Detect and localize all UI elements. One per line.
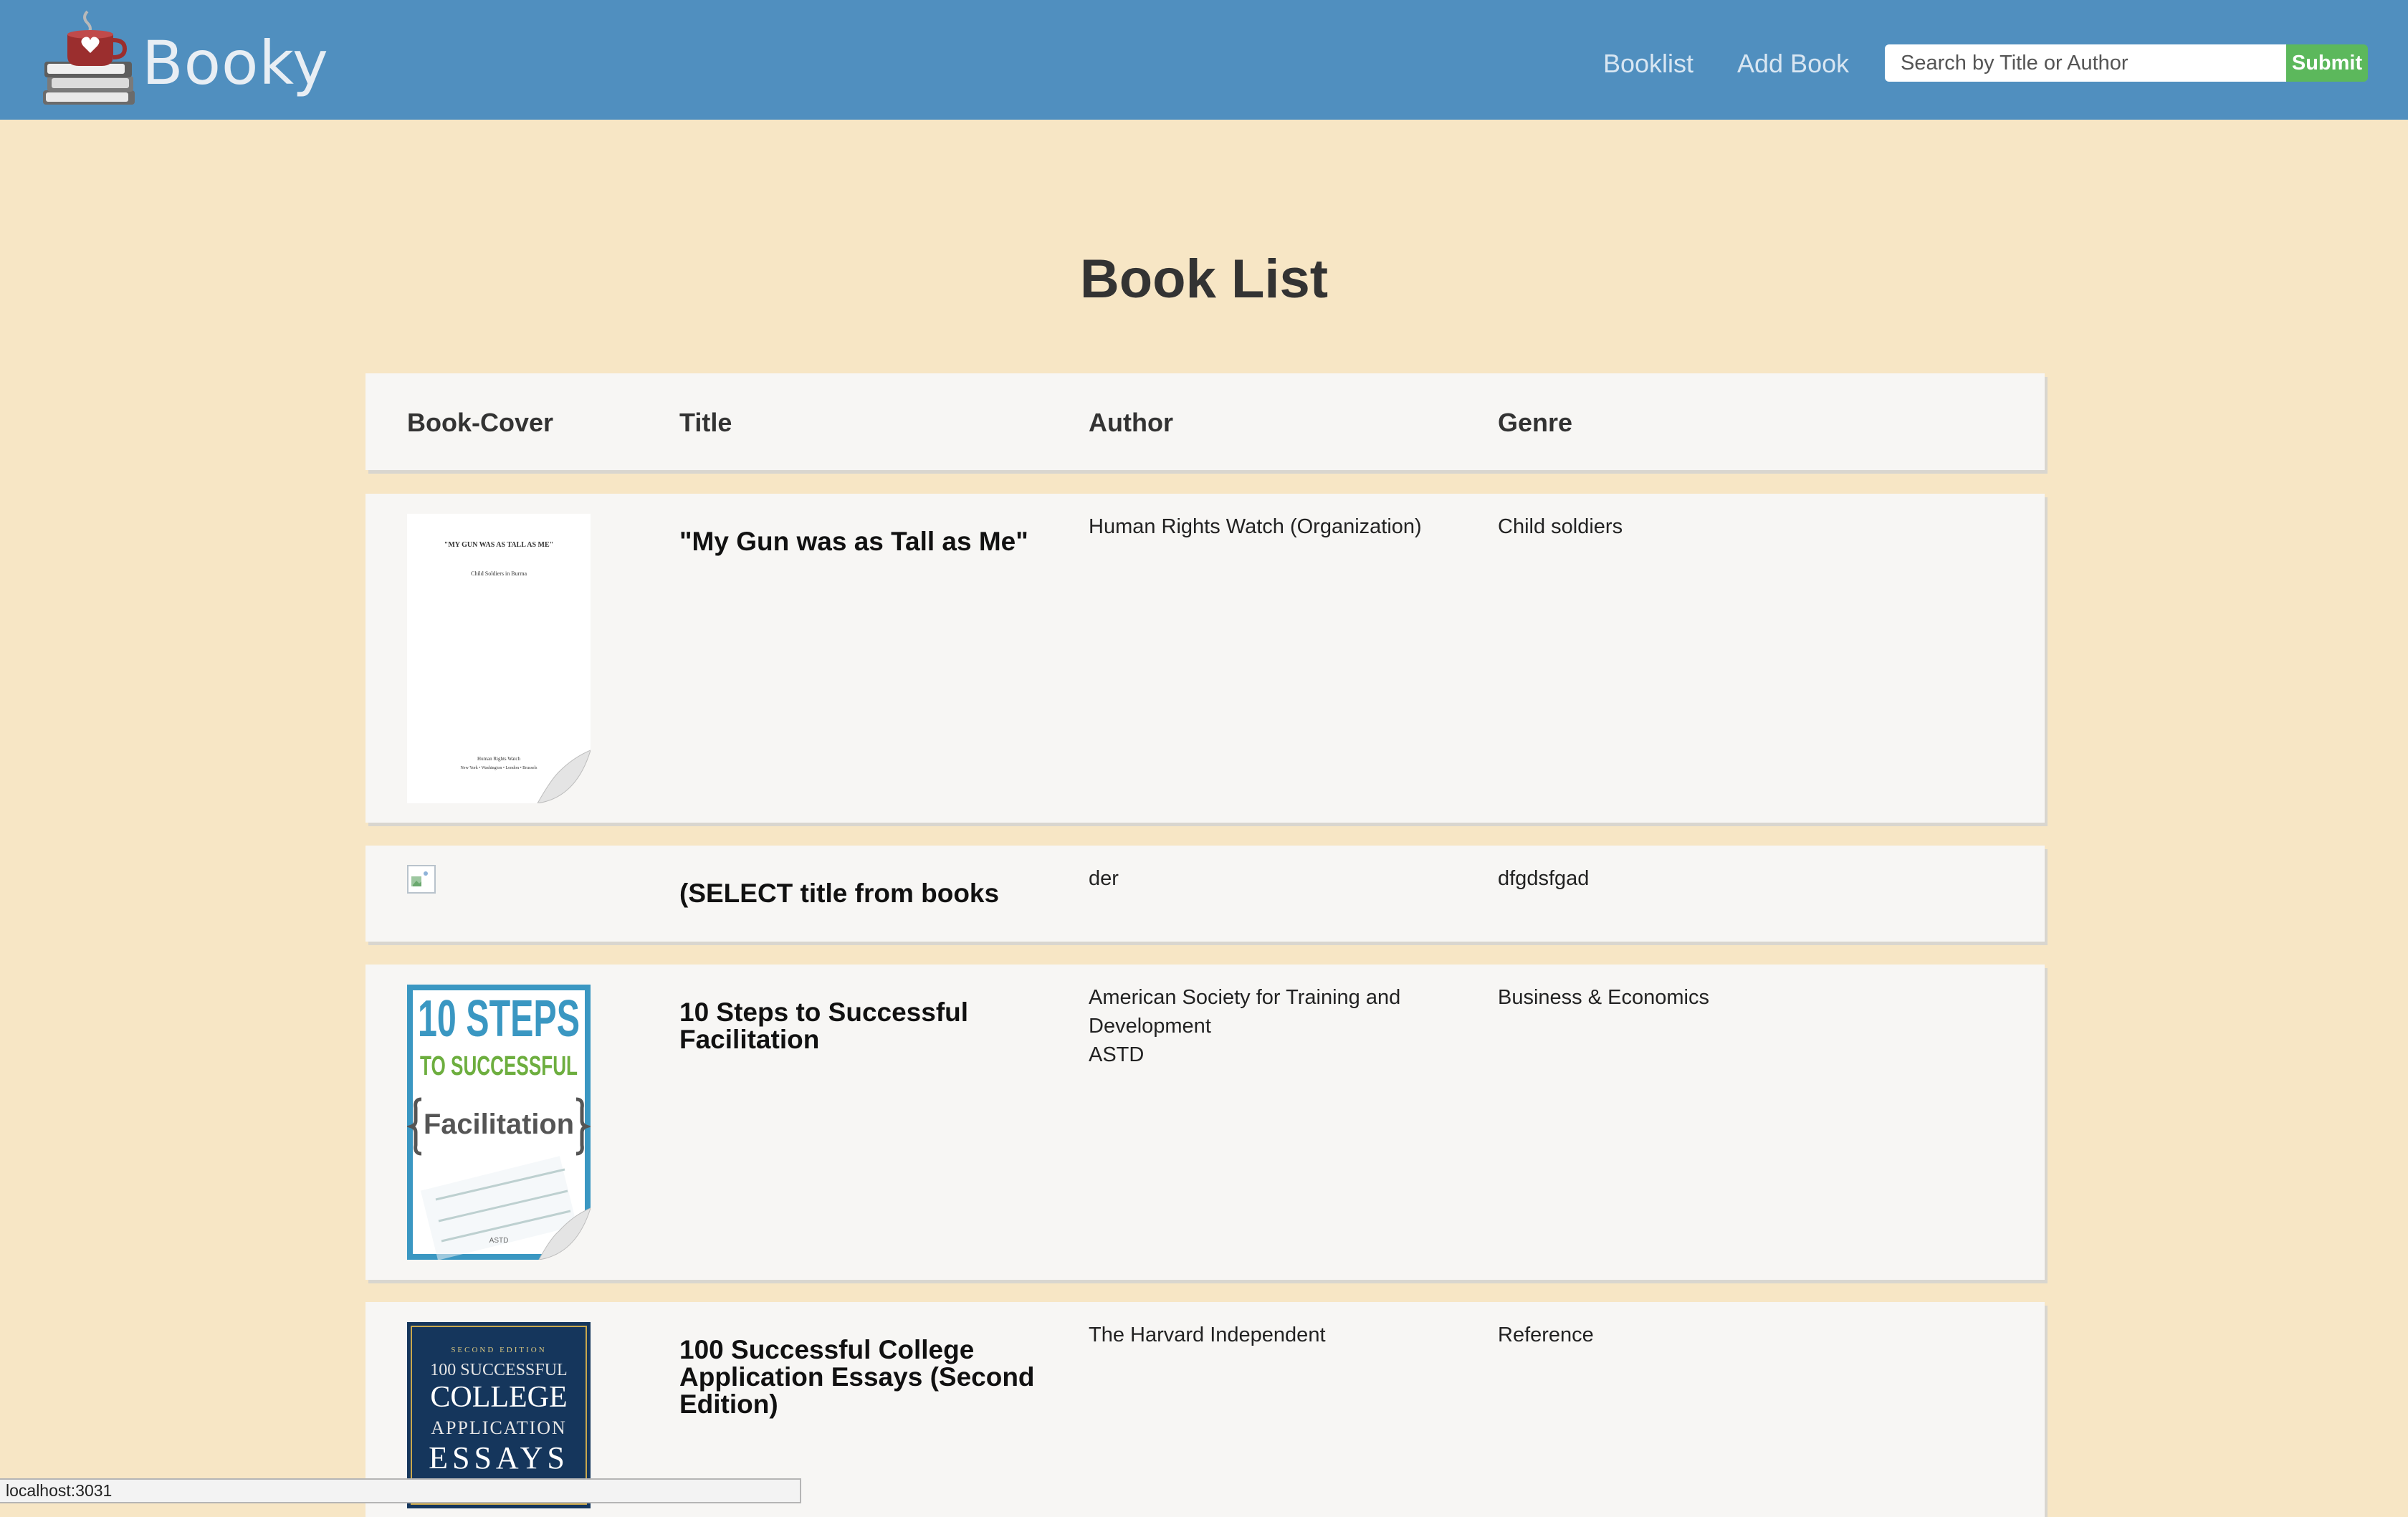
nav-add-book-link[interactable]: Add Book — [1737, 47, 1849, 80]
column-header-author: Author — [1089, 408, 1173, 437]
book-author: The Harvard Independent — [1089, 1321, 1461, 1349]
search-input[interactable] — [1885, 44, 2286, 82]
book-cover-image[interactable]: "MY GUN WAS AS TALL AS ME" Child Soldier… — [407, 514, 591, 803]
cover-edition: SECOND EDITION — [451, 1346, 546, 1354]
navbar: Booky Booklist Add Book Submit — [0, 0, 2408, 120]
book-genre: Reference — [1498, 1324, 1594, 1346]
book-genre: Business & Economics — [1498, 986, 1709, 1009]
nav-booklist-link[interactable]: Booklist — [1603, 47, 1693, 80]
book-author: American Society for Training and Develo… — [1089, 983, 1461, 1069]
column-header-cover: Book-Cover — [407, 408, 554, 437]
broken-image-icon[interactable] — [407, 865, 436, 894]
cover-line-2: COLLEGE — [430, 1381, 567, 1414]
book-cover-image[interactable]: 10 STEPS TO SUCCESSFUL Facilitation ASTD — [407, 985, 591, 1260]
brand-name[interactable]: Booky — [142, 27, 329, 99]
book-author: Human Rights Watch (Organization) — [1089, 512, 1461, 541]
page-title: Book List — [1079, 249, 1329, 310]
cover-line-2: TO SUCCESSFUL — [420, 1051, 578, 1081]
cover-line-1: 10 STEPS — [418, 990, 580, 1048]
cover-author-text: Human Rights Watch — [477, 756, 520, 762]
book-genre: dfgdsfgad — [1498, 867, 1590, 890]
cover-title-text: "MY GUN WAS AS TALL AS ME" — [444, 541, 553, 549]
book-title-link[interactable]: "My Gun was as Tall as Me" — [679, 528, 1052, 555]
submit-button[interactable]: Submit — [2286, 44, 2368, 82]
book-stack-cup-logo-icon[interactable] — [37, 6, 145, 113]
table-row[interactable]: 10 STEPS TO SUCCESSFUL Facilitation ASTD… — [366, 965, 2045, 1280]
book-title-link[interactable]: 10 Steps to Successful Facilitation — [679, 999, 1052, 1053]
column-header-genre: Genre — [1498, 408, 1573, 437]
book-title-link[interactable]: (SELECT title from books — [679, 880, 1052, 907]
author-name: American Society for Training and Develo… — [1089, 986, 1401, 1038]
book-author: der — [1089, 864, 1461, 893]
column-header-title: Title — [679, 408, 732, 437]
author-name: Human Rights Watch (Organization) — [1089, 515, 1422, 538]
table-header: Book-Cover Title Author Genre — [366, 373, 2045, 470]
cover-subtitle-text: Child Soldiers in Burma — [471, 570, 527, 577]
table-row[interactable]: "MY GUN WAS AS TALL AS ME" Child Soldier… — [366, 494, 2045, 823]
cover-line-3: APPLICATION — [431, 1417, 567, 1438]
book-genre: Child soldiers — [1498, 515, 1623, 538]
table-row[interactable]: (SELECT title from books der dfgdsfgad — [366, 846, 2045, 942]
cover-line-4: ESSAYS — [429, 1440, 569, 1475]
cover-line-1: 100 SUCCESSFUL — [430, 1361, 567, 1379]
cover-publisher: ASTD — [489, 1237, 509, 1245]
author-name: ASTD — [1089, 1043, 1145, 1066]
cover-cities-text: New York • Washington • London • Brussel… — [460, 766, 538, 770]
cover-line-3: Facilitation — [424, 1109, 574, 1140]
author-name: The Harvard Independent — [1089, 1324, 1326, 1346]
status-bar-url: localhost:3031 — [0, 1478, 801, 1503]
author-name: der — [1089, 867, 1119, 890]
book-title-link[interactable]: 100 Successful College Application Essay… — [679, 1336, 1052, 1418]
